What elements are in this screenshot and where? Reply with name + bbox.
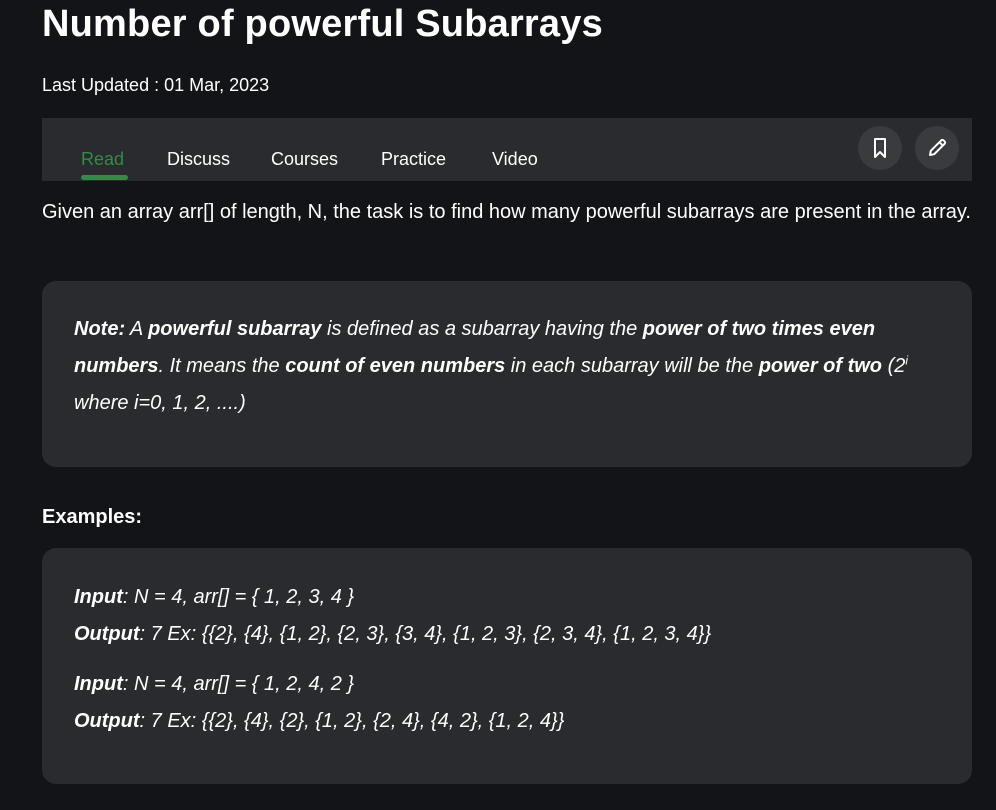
example-2-output: Output: 7 Ex: {{2}, {4}, {2}, {1, 2}, {2… — [74, 710, 565, 732]
pencil-icon — [929, 138, 947, 156]
example-2-input: Input: N = 4, arr[] = { 1, 2, 4, 2 } — [74, 673, 355, 695]
example-1-output: Output: 7 Ex: {{2}, {4}, {1, 2}, {2, 3},… — [74, 623, 712, 645]
article-tab-bar: Read Discuss Courses Practice Video — [42, 118, 972, 181]
edit-button[interactable] — [915, 126, 959, 170]
note-text: Note: A powerful subarray is defined as … — [74, 318, 909, 414]
bookmark-button[interactable] — [858, 126, 902, 170]
examples-box: Input: N = 4, arr[] = { 1, 2, 3, 4 } Out… — [42, 548, 972, 784]
article-page: Number of powerful Subarrays Last Update… — [0, 0, 996, 810]
tab-read[interactable]: Read — [81, 148, 124, 170]
problem-intro: Given an array arr[] of length, N, the t… — [42, 201, 971, 223]
note-label: Note: — [74, 318, 126, 340]
tab-discuss[interactable]: Discuss — [167, 148, 230, 170]
note-box: Note: A powerful subarray is defined as … — [42, 281, 972, 467]
last-updated-text: Last Updated : 01 Mar, 2023 — [42, 75, 270, 95]
superscript-i: i — [905, 353, 909, 368]
example-1-input: Input: N = 4, arr[] = { 1, 2, 3, 4 } — [74, 586, 355, 608]
tab-video[interactable]: Video — [492, 148, 538, 170]
active-tab-indicator — [81, 175, 128, 180]
tab-practice[interactable]: Practice — [381, 148, 446, 170]
examples-heading: Examples: — [42, 506, 143, 528]
page-title: Number of powerful Subarrays — [42, 3, 603, 45]
bookmark-icon — [874, 138, 886, 158]
tab-courses[interactable]: Courses — [271, 148, 338, 170]
